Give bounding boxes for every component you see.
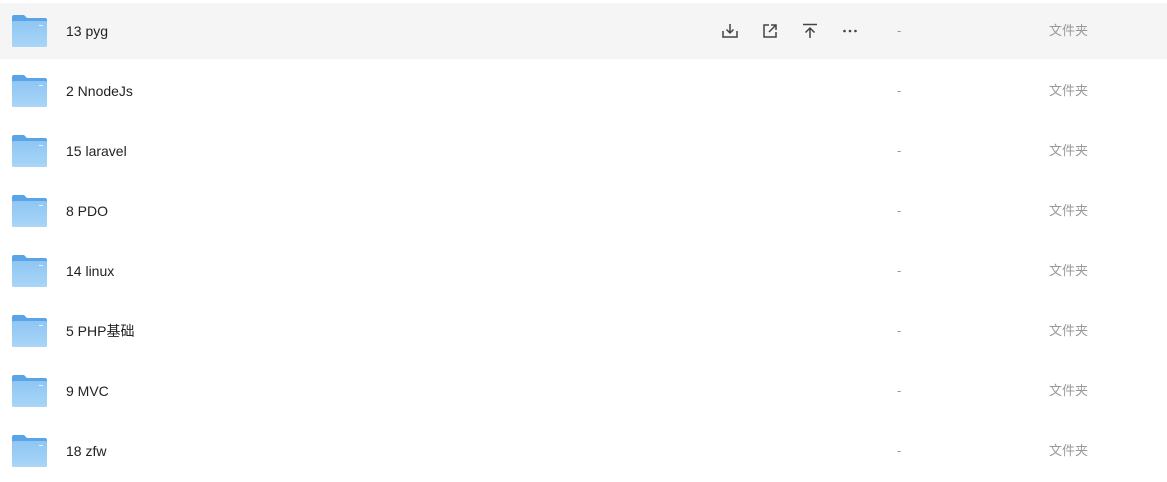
share-icon[interactable] xyxy=(756,17,784,45)
download-icon[interactable] xyxy=(716,17,744,45)
file-name[interactable]: 13 pyg xyxy=(66,3,108,59)
file-name[interactable]: 14 linux xyxy=(66,243,114,299)
file-size: - xyxy=(897,83,902,98)
row-actions xyxy=(716,17,864,45)
folder-icon xyxy=(11,14,48,48)
list-item[interactable]: 9 MVC - 文件夹 xyxy=(0,363,1167,419)
file-size: - xyxy=(897,143,902,158)
file-type: 文件夹 xyxy=(1049,143,1089,158)
more-icon[interactable] xyxy=(836,17,864,45)
folder-icon xyxy=(11,194,48,228)
file-type: 文件夹 xyxy=(1049,263,1089,278)
file-name[interactable]: 2 NnodeJs xyxy=(66,63,133,119)
folder-icon xyxy=(11,374,48,408)
list-item[interactable]: 15 laravel - 文件夹 xyxy=(0,123,1167,179)
file-name[interactable]: 8 PDO xyxy=(66,183,108,239)
file-size: - xyxy=(897,443,902,458)
file-name[interactable]: 18 zfw xyxy=(66,423,106,479)
folder-icon xyxy=(11,314,48,348)
file-size: - xyxy=(897,323,902,338)
list-item[interactable]: 5 PHP基础 - 文件夹 xyxy=(0,303,1167,359)
file-name[interactable]: 15 laravel xyxy=(66,123,127,179)
file-type: 文件夹 xyxy=(1049,83,1089,98)
folder-icon xyxy=(11,254,48,288)
folder-icon xyxy=(11,74,48,108)
file-type: 文件夹 xyxy=(1049,203,1089,218)
file-size: - xyxy=(897,23,902,38)
pin-top-icon[interactable] xyxy=(796,17,824,45)
file-list: 13 pyg - 文件夹 2 NnodeJs - 文件夹 15 laravel … xyxy=(0,3,1167,479)
file-size: - xyxy=(897,263,902,278)
list-item[interactable]: 13 pyg - 文件夹 xyxy=(0,3,1167,59)
file-size: - xyxy=(897,383,902,398)
file-type: 文件夹 xyxy=(1049,443,1089,458)
folder-icon xyxy=(11,134,48,168)
file-name[interactable]: 9 MVC xyxy=(66,363,109,419)
file-size: - xyxy=(897,203,902,218)
list-item[interactable]: 8 PDO - 文件夹 xyxy=(0,183,1167,239)
file-type: 文件夹 xyxy=(1049,323,1089,338)
folder-icon xyxy=(11,434,48,468)
file-type: 文件夹 xyxy=(1049,23,1089,38)
list-item[interactable]: 2 NnodeJs - 文件夹 xyxy=(0,63,1167,119)
list-item[interactable]: 18 zfw - 文件夹 xyxy=(0,423,1167,479)
list-item[interactable]: 14 linux - 文件夹 xyxy=(0,243,1167,299)
file-type: 文件夹 xyxy=(1049,383,1089,398)
file-name[interactable]: 5 PHP基础 xyxy=(66,303,134,359)
